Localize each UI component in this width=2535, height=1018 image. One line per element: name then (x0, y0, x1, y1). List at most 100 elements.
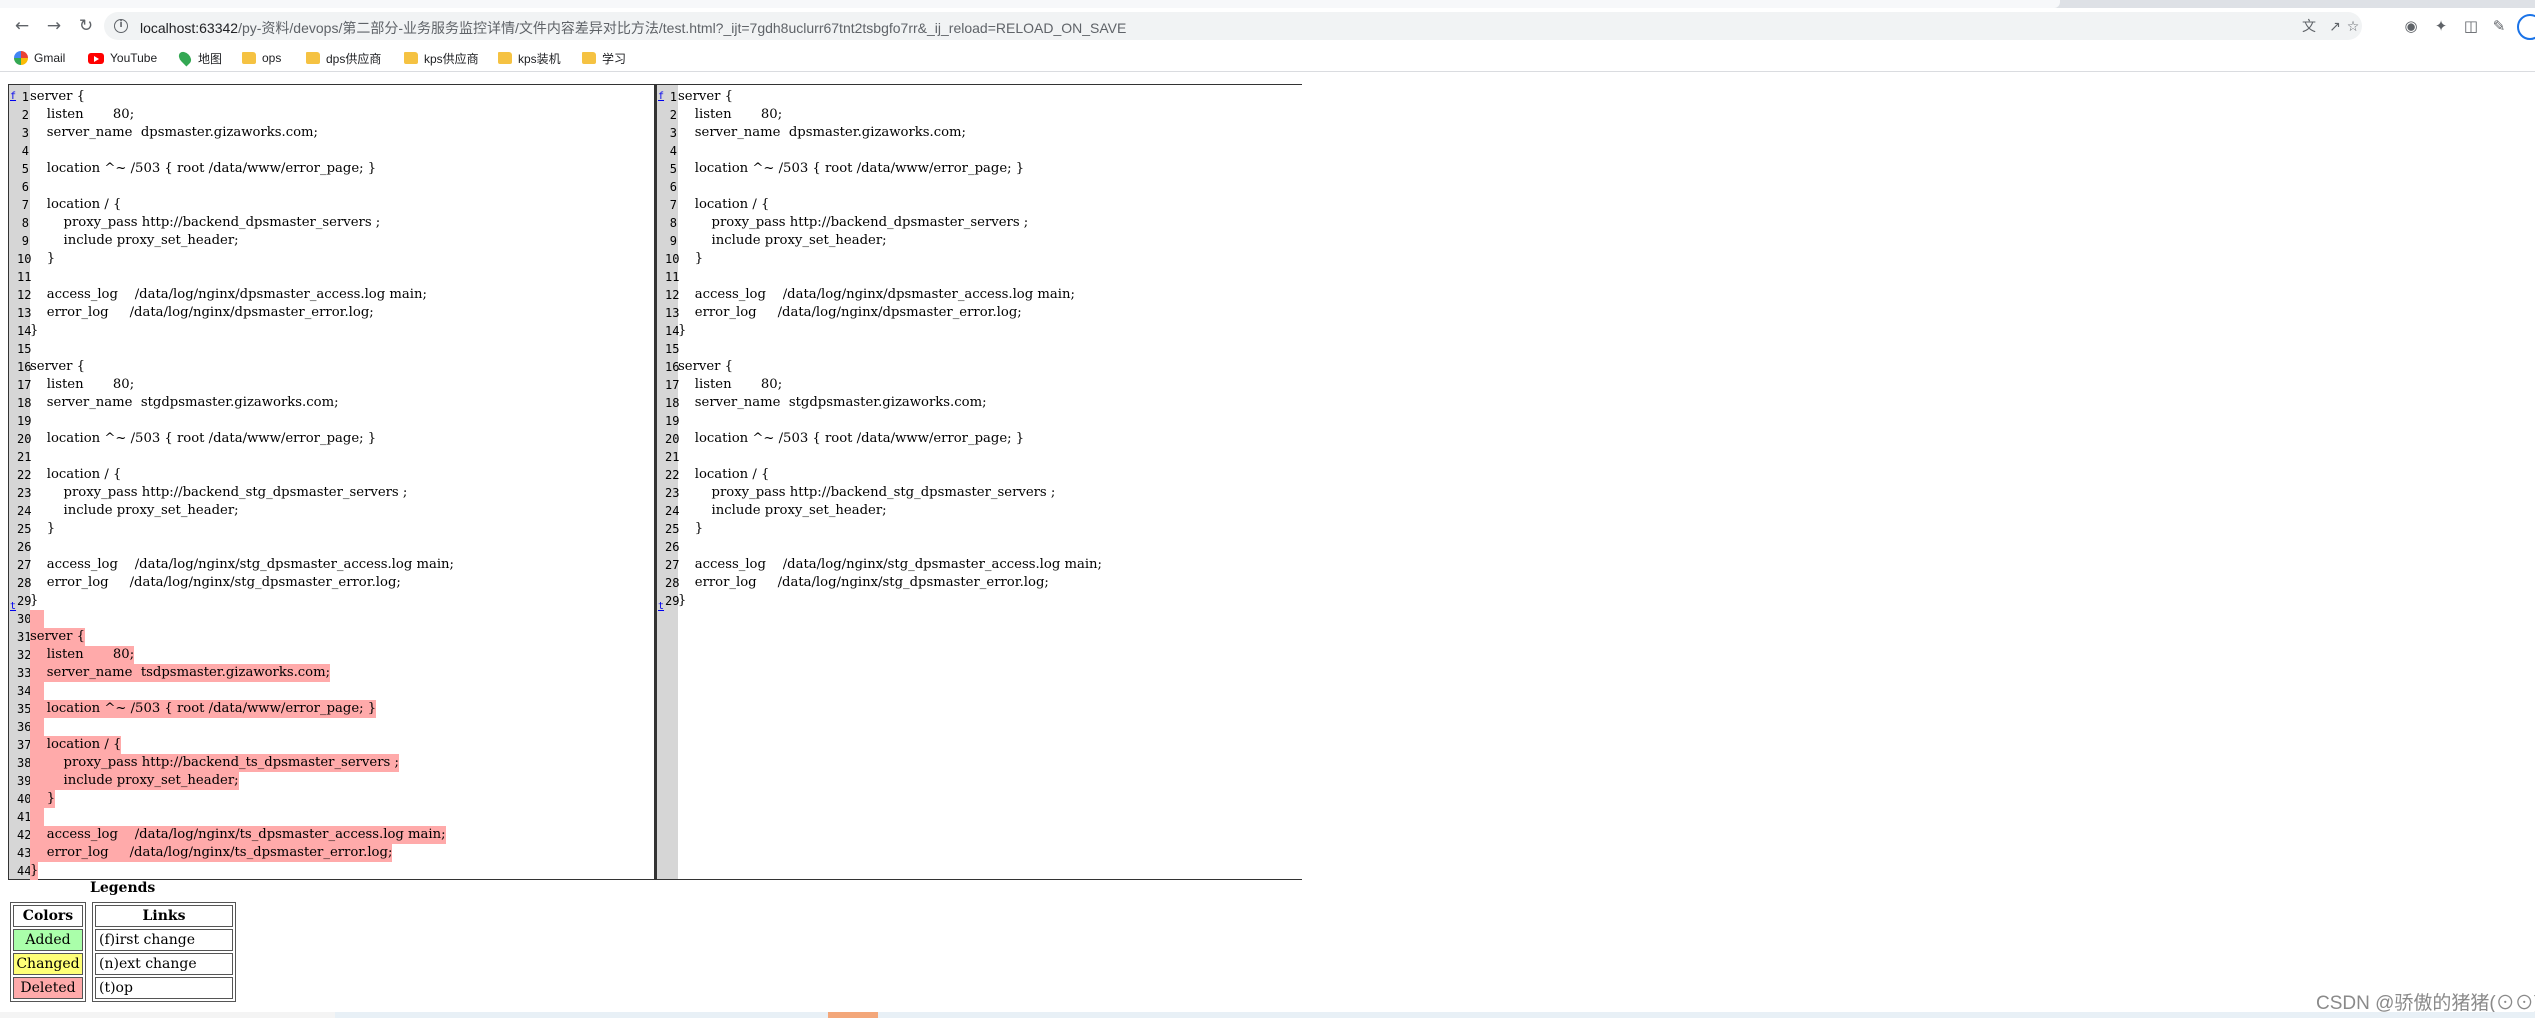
bookmark-star-icon[interactable]: ☆ (2344, 18, 2362, 36)
diff-line: 15 (9, 340, 654, 358)
line-number: 3 (21, 126, 29, 140)
code-text: error_log /data/log/nginx/stg_dpsmaster_… (30, 575, 401, 590)
line-number: 33 (17, 666, 32, 680)
first-change-link[interactable]: f (10, 90, 17, 104)
tab-strip (0, 0, 2535, 8)
diff-line: 28 error_log /data/log/nginx/stg_dpsmast… (9, 574, 654, 592)
diff-line: 35 location ^~ /503 { root /data/www/err… (9, 700, 654, 718)
bookmark-maps[interactable]: 地图 (176, 49, 222, 67)
diff-line: 7 location / { (657, 196, 1302, 214)
bookmark-gmail[interactable]: Gmail (14, 49, 65, 67)
line-number: 42 (17, 828, 32, 842)
pin-icon[interactable]: ✎ (2488, 15, 2510, 37)
line-number: 9 (669, 234, 677, 248)
diff-line: 25 } (657, 520, 1302, 538)
bookmark-youtube[interactable]: YouTube (88, 49, 157, 67)
code-text: listen 80; (678, 107, 783, 122)
diff-line: 5 location ^~ /503 { root /data/www/erro… (657, 160, 1302, 178)
bookmark-folder-study[interactable]: 学习 (582, 49, 626, 67)
side-panel-icon[interactable]: ◫ (2460, 15, 2482, 37)
diff-line: 26 (657, 538, 1302, 556)
diff-line: 2 listen 80; (9, 106, 654, 124)
code-text: server_name stgdpsmaster.gizaworks.com; (678, 395, 987, 410)
share-icon[interactable]: ↗ (2326, 18, 2344, 36)
legend-first-change: (f)irst change (95, 929, 233, 951)
line-number: 24 (665, 504, 680, 518)
active-tab[interactable] (0, 0, 2060, 8)
diff-line: 13 error_log /data/log/nginx/dpsmaster_e… (657, 304, 1302, 322)
code-text: location / { (30, 467, 122, 482)
line-number: 5 (21, 162, 29, 176)
url-text[interactable]: localhost:63342/py-资料/devops/第二部分-业务服务监控… (140, 18, 1126, 38)
line-number: 1 (669, 90, 677, 104)
code-text: proxy_pass http://backend_stg_dpsmaster_… (30, 485, 408, 500)
code-text: server_name dpsmaster.gizaworks.com; (678, 125, 967, 140)
line-number: 19 (665, 414, 680, 428)
translate-icon[interactable]: 文 (2300, 18, 2318, 36)
top-link[interactable]: t (10, 600, 17, 614)
line-number: 27 (17, 558, 32, 572)
profile-avatar[interactable] (2517, 14, 2535, 40)
bookmark-folder-kps[interactable]: kps供应商 (404, 49, 479, 67)
line-number: 29 (17, 594, 32, 608)
line-number: 41 (17, 810, 32, 824)
line-number: 5 (669, 162, 677, 176)
line-number: 20 (17, 432, 32, 446)
diff-line: 31 server { (9, 628, 654, 646)
extension-badge-icon[interactable]: ◉ (2400, 15, 2422, 37)
legend-links-header: Links (95, 905, 233, 927)
code-text: server_name tsdpsmaster.gizaworks.com; (30, 664, 331, 682)
legend-colors-table: Colors Added Changed Deleted (10, 902, 86, 1002)
url-path: /py-资料/devops/第二部分-业务服务监控详情/文件内容差异对比方法/t… (238, 20, 1127, 36)
line-number: 28 (17, 576, 32, 590)
diff-line: 27 access_log /data/log/nginx/stg_dpsmas… (657, 556, 1302, 574)
code-text: } (30, 323, 39, 338)
line-number: 8 (669, 216, 677, 230)
bookmark-label: 学习 (602, 51, 627, 66)
top-link[interactable]: t (658, 600, 665, 614)
code-text: location ^~ /503 { root /data/www/error_… (678, 161, 1025, 176)
line-number: 11 (17, 270, 32, 284)
code-text: error_log /data/log/nginx/dpsmaster_erro… (30, 305, 374, 320)
code-text: } (678, 323, 687, 338)
reload-icon[interactable]: ↻ (74, 14, 98, 38)
bookmark-label: kps装机 (518, 51, 561, 66)
diff-line: 33 server_name tsdpsmaster.gizaworks.com… (9, 664, 654, 682)
bottom-strip-highlight (828, 1012, 878, 1018)
line-number: 31 (17, 630, 32, 644)
line-number: 14 (665, 324, 680, 338)
line-number: 20 (665, 432, 680, 446)
google-icon (14, 51, 28, 65)
line-number: 17 (17, 378, 32, 392)
diff-line: 18 server_name stgdpsmaster.gizaworks.co… (9, 394, 654, 412)
extensions-puzzle-icon[interactable]: ✦ (2430, 15, 2452, 37)
code-text: } (30, 790, 56, 808)
bookmark-folder-ops[interactable]: ops (242, 49, 281, 67)
bookmark-folder-kps-install[interactable]: kps装机 (498, 49, 561, 67)
diff-line: 19 (657, 412, 1302, 430)
line-number: 25 (17, 522, 32, 536)
forward-arrow-icon[interactable]: → (42, 14, 66, 38)
line-number: 36 (17, 720, 32, 734)
code-text: listen 80; (30, 107, 135, 122)
diff-line: 24 include proxy_set_header; (657, 502, 1302, 520)
code-text: access_log /data/log/nginx/ts_dpsmaster_… (30, 826, 446, 844)
diff-line: 34 (9, 682, 654, 700)
address-bar[interactable]: i localhost:63342/py-资料/devops/第二部分-业务服务… (104, 12, 2362, 40)
code-text: proxy_pass http://backend_dpsmaster_serv… (30, 215, 381, 230)
bookmark-folder-dps[interactable]: dps供应商 (306, 49, 381, 67)
code-text: include proxy_set_header; (678, 233, 887, 248)
site-info-icon[interactable]: i (114, 19, 128, 33)
back-arrow-icon[interactable]: ← (10, 14, 34, 38)
line-number: 19 (17, 414, 32, 428)
code-text: server { (30, 359, 86, 374)
code-text: } (30, 521, 56, 536)
line-number: 12 (665, 288, 680, 302)
line-number: 16 (17, 360, 32, 374)
diff-line: 23 proxy_pass http://backend_stg_dpsmast… (9, 484, 654, 502)
diff-line: 3 server_name dpsmaster.gizaworks.com; (657, 124, 1302, 142)
youtube-icon (88, 52, 104, 64)
code-text: include proxy_set_header; (30, 233, 239, 248)
folder-icon (242, 52, 256, 64)
first-change-link[interactable]: f (658, 90, 665, 104)
